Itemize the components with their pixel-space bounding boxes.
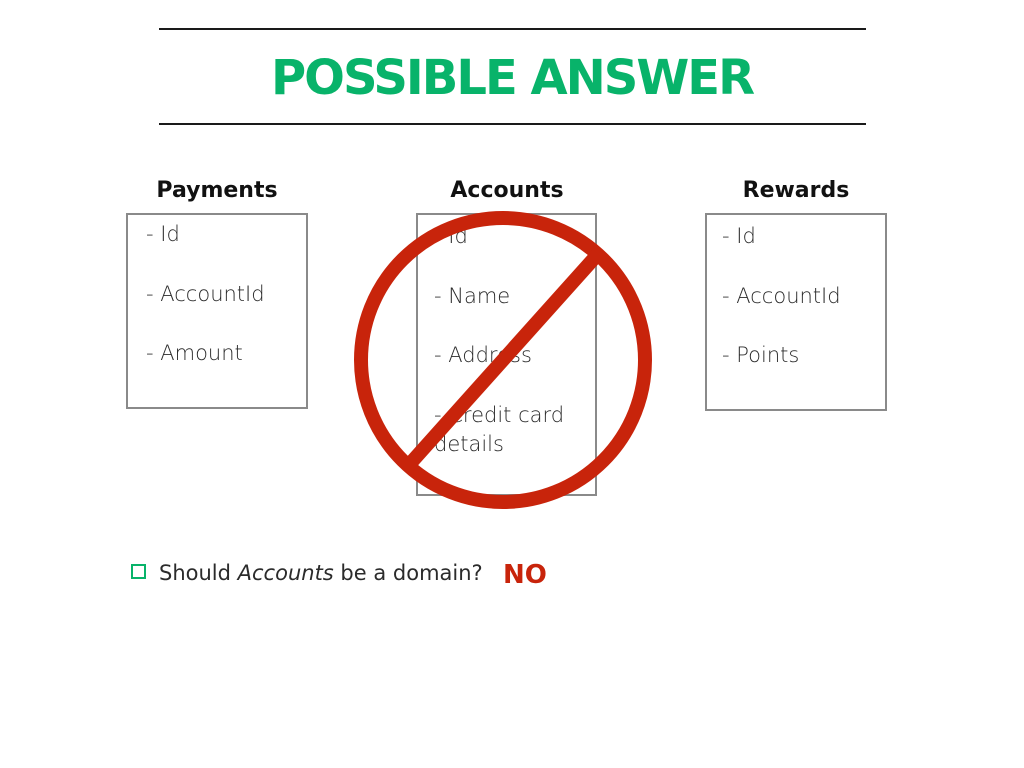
payments-heading: Payments <box>156 178 278 203</box>
payments-box: - Id - AccountId - Amount <box>126 213 308 409</box>
slide-title: POSSIBLE ANSWER <box>270 50 755 106</box>
checkbox-bullet-icon <box>131 564 146 579</box>
question-emphasis: Accounts <box>237 561 334 585</box>
question-prefix: Should <box>159 561 238 585</box>
rewards-field-accountid: - AccountId <box>722 284 841 308</box>
rewards-field-points: - Points <box>722 343 800 367</box>
bottom-rule <box>159 123 866 125</box>
question-suffix: be a domain? <box>333 561 483 585</box>
accounts-heading: Accounts <box>450 178 564 203</box>
prohibition-sign-icon <box>354 211 652 509</box>
payments-field-accountid: - AccountId <box>146 282 265 306</box>
top-rule <box>159 28 866 30</box>
rewards-heading: Rewards <box>742 178 850 203</box>
payments-field-amount: - Amount <box>146 341 243 365</box>
question-text: Should Accounts be a domain? <box>159 558 483 588</box>
payments-field-id: - Id <box>146 222 180 246</box>
answer-no: NO <box>503 560 547 590</box>
rewards-box: - Id - AccountId - Points <box>705 213 887 411</box>
rewards-field-id: - Id <box>722 224 756 248</box>
